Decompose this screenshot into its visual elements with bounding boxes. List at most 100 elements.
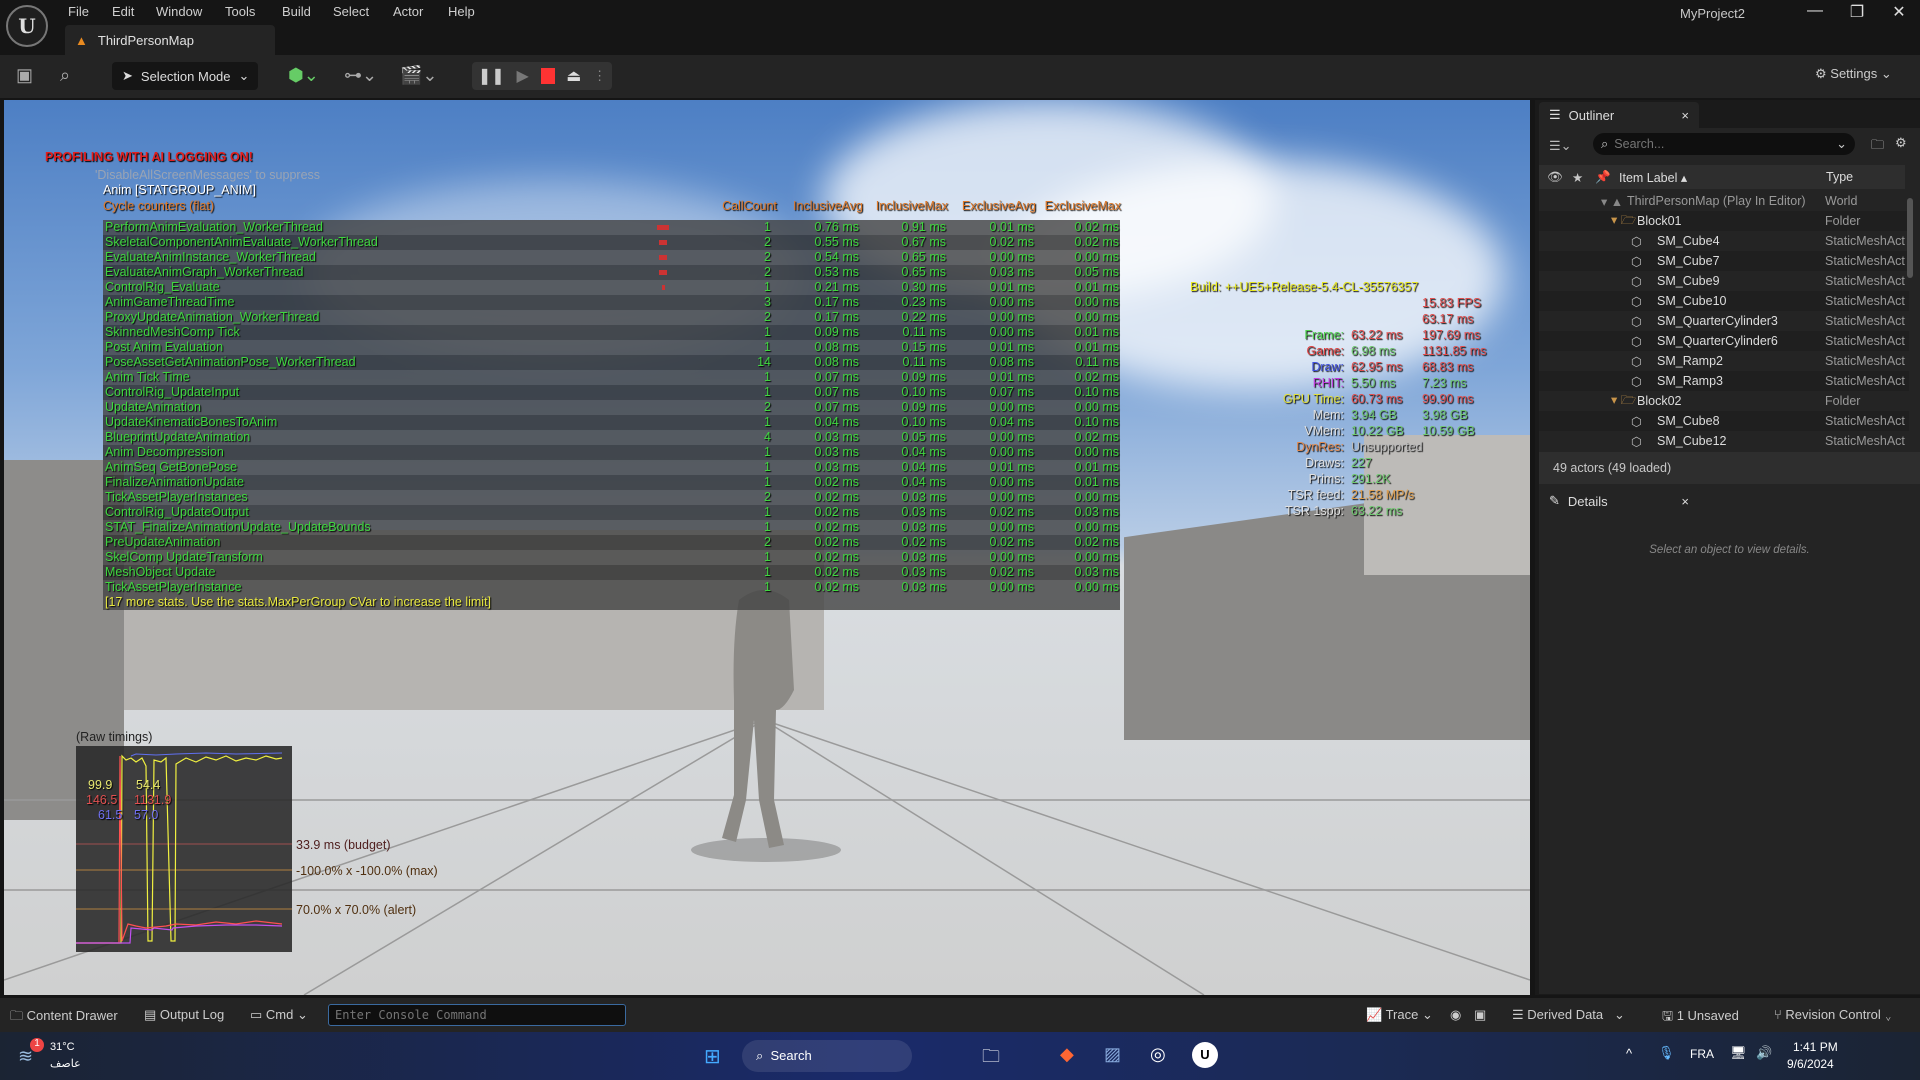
revision-control-dropdown[interactable]: ⑂ Revision Control ⌄ — [1774, 1007, 1892, 1022]
outliner-item[interactable]: ⬡ SM_Cube8 StaticMeshActor — [1539, 411, 1909, 431]
unsaved-button[interactable]: 🖫 1 Unsaved — [1662, 1007, 1739, 1029]
stat-inclusiveavg: 0.07 ms — [814, 370, 859, 384]
close-icon[interactable]: × — [1681, 108, 1689, 123]
graph-blue-a: 61.5 — [98, 808, 123, 822]
taskbar-search[interactable]: ⌕ Search — [742, 1040, 912, 1072]
stat-exclusivemax: 0.02 ms — [1074, 220, 1119, 234]
outliner-item[interactable]: ▾ ▲ ThirdPersonMap (Play In Editor) World — [1539, 191, 1909, 211]
col-item-label[interactable]: Item Label ▴ — [1619, 170, 1687, 185]
outliner-item[interactable]: ⬡ SM_Cube12 StaticMeshActor — [1539, 431, 1909, 451]
gear-icon[interactable]: ⚙ — [1895, 135, 1907, 151]
outliner-item[interactable]: ⬡ SM_Cube10 StaticMeshActor — [1539, 291, 1909, 311]
stop-icon[interactable] — [540, 68, 555, 84]
microphone-icon[interactable]: 🎙 — [1658, 1045, 1675, 1061]
stat-inclusiveavg: 0.02 ms — [814, 580, 859, 594]
stat-name: AnimSeq GetBonePose — [105, 460, 238, 474]
step-icon[interactable]: ▶ — [516, 66, 528, 86]
close-button[interactable]: ✕ — [1884, 2, 1914, 22]
more-icon[interactable]: ⋮ — [593, 68, 606, 84]
outliner-item[interactable]: ⬡ SM_Cube9 StaticMeshActor — [1539, 271, 1909, 291]
console-input[interactable] — [328, 1004, 626, 1026]
browse-icon[interactable]: ⌕ — [60, 65, 70, 86]
restore-button[interactable]: ❐ — [1842, 2, 1872, 22]
settings-button[interactable]: ⚙ Settings ⌄ — [1815, 66, 1892, 82]
windows-start-icon[interactable]: ⊞ — [704, 1044, 721, 1069]
app-icon[interactable]: ◎ — [1150, 1044, 1166, 1065]
mesh-icon: ⬡ — [1631, 374, 1642, 389]
menu-window[interactable]: Window — [156, 4, 202, 19]
stat-exclusiveavg: 0.01 ms — [989, 460, 1034, 474]
outliner-item[interactable]: ⬡ SM_Ramp2 StaticMeshActor — [1539, 351, 1909, 371]
outliner-item[interactable]: ⬡ SM_Ramp3 StaticMeshActor — [1539, 371, 1909, 391]
network-icon[interactable]: 🖥 — [1730, 1045, 1747, 1061]
level-viewport[interactable]: PROFILING WITH AI LOGGING ON! 'DisableAl… — [4, 100, 1530, 995]
pause-icon[interactable]: ❚❚ — [478, 66, 505, 86]
brave-icon[interactable]: ◆ — [1060, 1044, 1074, 1065]
outliner-search-input[interactable] — [1614, 137, 1831, 151]
details-tab[interactable]: ✎ Details × — [1539, 488, 1699, 514]
eject-icon[interactable]: ⏏ — [566, 66, 581, 86]
stat-inclusivemax: 0.65 ms — [901, 265, 946, 279]
menu-build[interactable]: Build — [282, 4, 311, 19]
derived-data-dropdown[interactable]: ☰ Derived Data ⌄ — [1512, 1007, 1625, 1023]
stat-exclusivemax: 0.11 ms — [1075, 355, 1119, 369]
outliner-item[interactable]: ▾ 🗁 Block02 Folder — [1539, 391, 1909, 411]
cinematics-icon[interactable]: 🎬⌄ — [400, 65, 438, 86]
unreal-logo[interactable]: U — [6, 5, 48, 47]
screenshot-icon[interactable]: ▣ — [1474, 1007, 1486, 1023]
menu-help[interactable]: Help — [448, 4, 475, 19]
mesh-icon: ⬡ — [1631, 334, 1642, 349]
map-tab[interactable]: ▲ ThirdPersonMap — [65, 25, 275, 55]
menu-actor[interactable]: Actor — [393, 4, 423, 19]
status-bar: 🗀 Content Drawer ▤ Output Log ▭ Cmd ⌄ 📈 … — [0, 998, 1920, 1032]
outliner-item[interactable]: ⬡ SM_QuarterCylinder6 StaticMeshActor — [1539, 331, 1909, 351]
tray-expand-icon[interactable]: ^ — [1626, 1046, 1632, 1061]
clock-time[interactable]: 1:41 PM — [1793, 1040, 1838, 1054]
photos-icon[interactable]: ▨ — [1104, 1044, 1121, 1065]
add-folder-icon[interactable]: 🗀 — [1871, 136, 1884, 158]
cmd-dropdown[interactable]: ▭ Cmd ⌄ — [250, 1007, 308, 1023]
stat-callcount: 1 — [764, 565, 771, 579]
stat-row: BlueprintUpdateAnimation 4 0.03 ms 0.05 ms 0… — [103, 430, 1120, 445]
stat-name: PoseAssetGetAnimationPose_WorkerThread — [105, 355, 356, 369]
menu-edit[interactable]: Edit — [112, 4, 134, 19]
menu-file[interactable]: File — [68, 4, 89, 19]
outliner-tab[interactable]: ☰ Outliner × — [1539, 102, 1699, 128]
visibility-icon[interactable]: 👁 — [1547, 170, 1563, 185]
insights-icon[interactable]: ◉ — [1450, 1007, 1461, 1023]
file-explorer-icon[interactable]: 🗀 — [982, 1044, 1000, 1074]
language-indicator[interactable]: FRA — [1690, 1047, 1714, 1061]
notification-badge: 1 — [30, 1038, 44, 1052]
save-icon[interactable]: ▣ — [16, 65, 33, 86]
menu-tools[interactable]: Tools — [225, 4, 255, 19]
unit-stat-current: 6.98 ms — [1351, 344, 1396, 358]
minimize-button[interactable]: — — [1800, 2, 1830, 20]
unreal-taskbar-icon[interactable]: U — [1192, 1042, 1218, 1068]
outliner-item-label: SM_Ramp2 — [1657, 354, 1723, 368]
outliner-item[interactable]: ⬡ SM_Cube7 StaticMeshActor — [1539, 251, 1909, 271]
trace-dropdown[interactable]: 📈 Trace ⌄ — [1366, 1007, 1433, 1023]
outliner-search[interactable]: ⌕ ⌄ — [1593, 133, 1855, 155]
stat-row: MeshObject Update 1 0.02 ms 0.03 ms 0.02 ms 0… — [103, 565, 1120, 580]
clock-date[interactable]: 9/6/2024 — [1787, 1057, 1834, 1071]
fps-value: 15.83 FPS — [1422, 296, 1482, 310]
outliner-item[interactable]: ▾ 🗁 Block01 Folder — [1539, 211, 1909, 231]
filter-icon[interactable]: ☰⌄ — [1549, 138, 1572, 154]
outliner-scrollbar[interactable] — [1907, 198, 1913, 278]
pin-icon[interactable]: 📌 — [1595, 170, 1611, 185]
favorite-icon[interactable]: ★ — [1572, 170, 1583, 185]
content-drawer-button[interactable]: 🗀 Content Drawer — [10, 1007, 118, 1029]
menu-select[interactable]: Select — [333, 4, 369, 19]
stat-callcount: 1 — [764, 505, 771, 519]
volume-icon[interactable]: 🔊 — [1756, 1045, 1772, 1061]
stat-exclusiveavg: 0.04 ms — [989, 415, 1034, 429]
outliner-item[interactable]: ⬡ SM_Cube4 StaticMeshActor — [1539, 231, 1909, 251]
output-log-button[interactable]: ▤ Output Log — [144, 1007, 224, 1023]
close-icon[interactable]: × — [1681, 494, 1689, 509]
add-actor-icon[interactable]: ⬢⌄ — [288, 65, 319, 86]
blueprint-icon[interactable]: ⊶⌄ — [344, 65, 377, 86]
selection-mode-dropdown[interactable]: ➤ Selection Mode ⌄ — [112, 62, 258, 90]
col-type[interactable]: Type — [1826, 170, 1853, 184]
graph-title: (Raw timings) — [76, 730, 153, 744]
outliner-item[interactable]: ⬡ SM_QuarterCylinder3 StaticMeshActor — [1539, 311, 1909, 331]
